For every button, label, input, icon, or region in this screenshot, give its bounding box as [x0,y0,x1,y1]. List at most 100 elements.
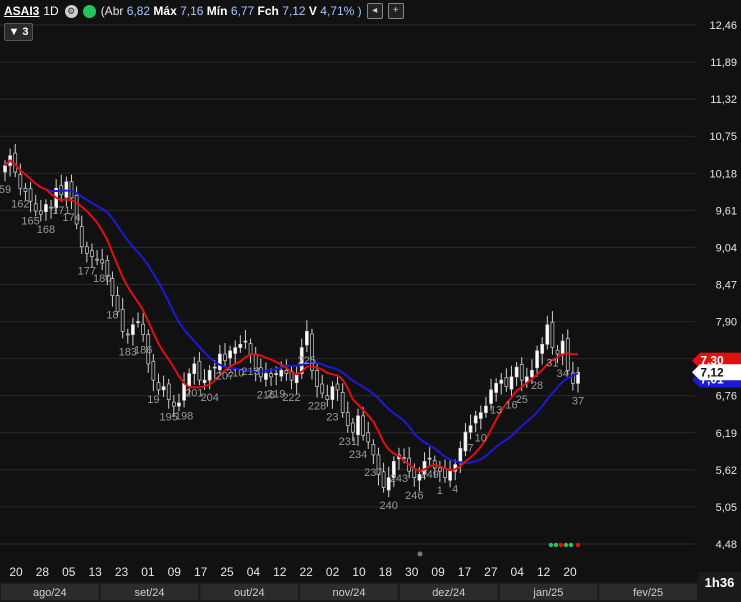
indicator-count-badge[interactable]: ▼ 3 [4,23,33,41]
price-tick-label: 10,75 [709,131,737,143]
candle-body [540,343,545,354]
day-tick-label: 12 [537,565,551,579]
candle-number: 213 [241,366,259,378]
candle-body [177,402,181,407]
open-value: 6,82 [126,4,151,18]
candle-body [545,324,550,345]
candle-body [156,382,161,391]
month-label: nov/24 [332,587,365,599]
candle-body [18,174,23,189]
candle-body [212,366,217,369]
candle-body [90,250,94,257]
candle-body [243,340,248,343]
candle-body [187,373,192,387]
candle-body [473,415,478,424]
day-tick-label: 01 [141,565,155,579]
candle-body [351,422,355,433]
candle-body [151,360,156,381]
candle-number: 249 [420,469,438,481]
price-tick-label: 10,18 [709,168,737,180]
candle-body [166,383,171,400]
candle-body [356,415,360,436]
gear-icon[interactable]: ⚙ [64,4,78,18]
timeframe-label[interactable]: 1D [43,4,58,18]
day-tick-label: 12 [273,565,287,579]
candle-number: 237 [364,467,382,479]
candle-body [85,246,89,254]
candle-body [494,383,498,393]
candle-body [325,395,330,400]
candle-body [95,258,99,261]
price-tick-label: 11,32 [710,94,737,106]
candle-body [218,353,222,371]
day-tick-label: 02 [326,565,340,579]
candle-number: 228 [308,401,326,413]
candle-body [171,401,176,407]
candle-body [489,389,493,404]
candle-body [458,448,463,463]
day-tick-label: 13 [88,565,102,579]
candle-body [207,369,212,381]
live-status-icon [82,4,96,18]
candle-body [192,363,197,374]
candle-body [555,349,560,355]
variation-value: 4,71% ) [320,4,362,18]
price-tick-label: 8,47 [716,280,737,292]
symbol-name[interactable]: ASAI3 [4,4,39,18]
candle-body [3,165,7,173]
candle-body [69,181,74,199]
chart-header: ASAI3 1D ⚙ (Abr 6,82 Máx 7,16 Mín 6,77 F… [0,0,741,22]
candle-number: 7 [468,442,474,454]
candle-body [228,350,232,359]
candle-number: 186 [134,345,152,357]
ohlc-readout: (Abr 6,82 Máx 7,16 Mín 6,77 Fch 7,12 V 4… [101,4,362,18]
candle-number: 18 [106,310,118,322]
candle-number: 34 [557,368,569,380]
day-tick-label: 17 [194,565,208,579]
candle-body [100,259,105,264]
close-value: 7,12 [282,4,306,18]
day-tick-label: 20 [9,565,23,579]
price-tick-label: 7,90 [716,317,737,329]
candle-number: 37 [572,395,584,407]
candle-body [371,444,376,456]
price-tick-label: 9,61 [716,205,737,217]
month-label: dez/24 [432,587,465,599]
price-tick-label: 5,62 [716,465,737,477]
candle-body [530,369,534,378]
high-label: Máx [153,4,177,18]
candle-body [361,415,365,436]
candle-number: 168 [37,224,55,236]
high-value: 7,16 [180,4,204,18]
candle-body [550,321,555,348]
candle-body [345,412,350,426]
candle-number: 13 [490,405,502,417]
candle-number: 240 [380,500,398,512]
candle-body [315,369,319,387]
candle-body [136,321,140,323]
close-label: Fch [257,4,279,18]
month-label: jan/25 [532,587,563,599]
candle-body [535,350,539,369]
candle-body [519,364,524,381]
candle-number: 28 [531,380,543,392]
candle-number: 225 [298,355,316,367]
candle-body [448,470,452,481]
month-label: set/24 [135,587,165,599]
candle-body [264,373,268,380]
open-label: (Abr [100,4,124,18]
last-price-label: 7,12 [700,365,724,379]
candle-number: 1 [437,485,443,497]
candle-body [279,369,284,377]
candle-body [509,376,514,390]
month-label: ago/24 [33,587,67,599]
day-tick-label: 05 [62,565,76,579]
candle-body [560,340,565,355]
price-chart[interactable]: 5916216516817117417718018183186191951982… [0,0,741,602]
candle-body [366,432,371,443]
add-indicator-icon[interactable]: + [387,3,404,19]
candle-body [197,360,202,381]
collapse-icon[interactable]: ◂ [366,3,383,19]
candle-number: 174 [62,212,80,224]
candle-body [514,366,519,378]
